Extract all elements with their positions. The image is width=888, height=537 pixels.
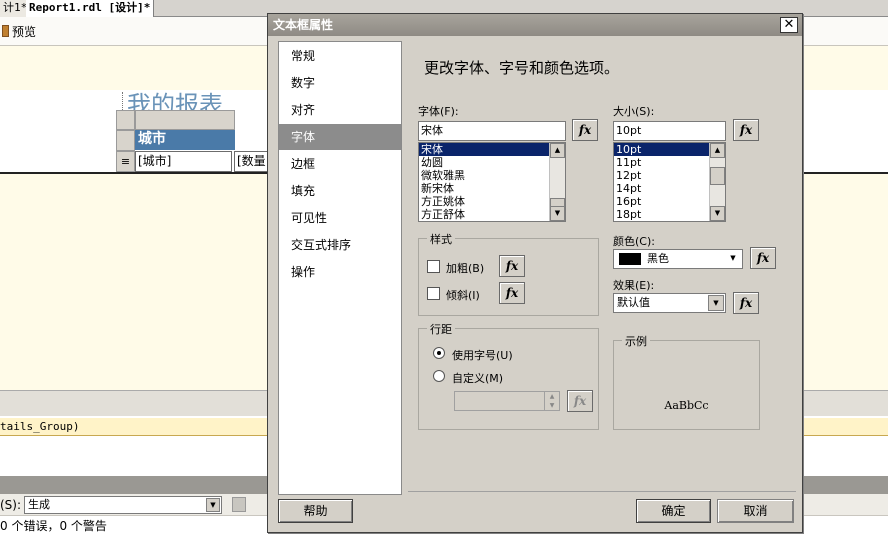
size-input[interactable]: 10pt (613, 121, 726, 141)
fx-icon: fx (739, 296, 753, 310)
sample-group-title: 示例 (622, 333, 650, 349)
dialog-title-bar[interactable]: 文本框属性 ✕ (268, 14, 802, 36)
textbox-properties-dialog: 文本框属性 ✕ 常规 数字 对齐 字体 边框 填充 可见性 交互式排序 操作 更… (267, 13, 803, 533)
preview-button[interactable]: 预览 (2, 24, 202, 40)
properties-nav: 常规 数字 对齐 字体 边框 填充 可见性 交互式排序 操作 (278, 41, 402, 495)
spin-icon[interactable]: ▲ ▼ (544, 392, 559, 410)
font-page: 更改字体、字号和颜色选项。 字体(F): 宋体 fx 宋体 幼圆 微软雅黑 新宋… (408, 41, 796, 492)
font-option[interactable]: 微软雅黑 (419, 169, 565, 182)
style-group: 样式 加粗(B) fx 倾斜(I) fx (418, 231, 599, 316)
bold-checkbox[interactable] (427, 260, 440, 273)
preview-icon (2, 25, 9, 37)
nav-item-number[interactable]: 数字 (279, 70, 401, 96)
custom-spacing-expression-button[interactable]: fx (567, 390, 593, 412)
font-expression-button[interactable]: fx (572, 119, 598, 141)
chevron-down-icon: ▼ (206, 498, 220, 512)
scroll-thumb[interactable] (710, 167, 725, 185)
fx-icon: fx (578, 123, 592, 137)
use-font-size-label[interactable]: 使用字号(U) (452, 347, 513, 363)
close-icon: ✕ (783, 17, 795, 32)
size-label: 大小(S): (613, 105, 655, 118)
use-font-size-radio[interactable] (433, 347, 445, 359)
cancel-button[interactable]: 取消 (717, 499, 794, 523)
fx-icon: fx (739, 123, 753, 137)
scroll-down-icon[interactable]: ▼ (710, 206, 725, 221)
color-expression-button[interactable]: fx (750, 247, 776, 269)
output-source-label: (S): (0, 498, 22, 512)
line-spacing-group: 行距 使用字号(U) 自定义(M) ▲ ▼ fx (418, 321, 599, 430)
page-heading: 更改字体、字号和颜色选项。 (424, 59, 620, 77)
table-data-cell-city[interactable]: [城市] (135, 151, 232, 172)
nav-item-fill[interactable]: 填充 (279, 178, 401, 204)
fx-icon: fx (756, 251, 770, 265)
column-handle[interactable] (135, 110, 235, 130)
color-label: 颜色(C): (613, 235, 655, 248)
output-message: 0 个错误，0 个警告 (0, 519, 107, 533)
output-source-select[interactable]: 生成 ▼ (24, 496, 222, 514)
custom-label[interactable]: 自定义(M) (452, 370, 503, 386)
nav-item-visibility[interactable]: 可见性 (279, 205, 401, 231)
font-option[interactable]: 方正舒体 (419, 208, 565, 221)
bold-expression-button[interactable]: fx (499, 255, 525, 277)
font-option[interactable]: 幼圆 (419, 156, 565, 169)
dialog-title: 文本框属性 (273, 18, 334, 32)
italic-label[interactable]: 倾斜(I) (446, 287, 480, 303)
group-details-label[interactable]: tails_Group) (0, 420, 79, 433)
size-list[interactable]: 10pt 11pt 12pt 14pt 16pt 18pt ▲ ▼ (613, 142, 726, 222)
effect-value: 默认值 (617, 296, 650, 309)
row-handle-details[interactable]: ≡ (116, 151, 135, 172)
color-value: 黑色 (647, 252, 669, 265)
chevron-down-icon: ▼ (725, 251, 741, 267)
table-header-cell-city[interactable]: 城市 (135, 130, 235, 150)
bold-label[interactable]: 加粗(B) (446, 260, 484, 276)
nav-item-general[interactable]: 常规 (279, 43, 401, 69)
italic-expression-button[interactable]: fx (499, 282, 525, 304)
effect-label: 效果(E): (613, 279, 655, 292)
size-expression-button[interactable]: fx (733, 119, 759, 141)
output-source-value: 生成 (28, 498, 50, 511)
output-find-icon[interactable] (232, 497, 246, 512)
size-list-scrollbar[interactable]: ▲ ▼ (709, 143, 725, 221)
nav-item-action[interactable]: 操作 (279, 259, 401, 285)
effect-select[interactable]: 默认值 ▼ (613, 293, 726, 313)
style-group-title: 样式 (427, 231, 455, 247)
close-button[interactable]: ✕ (780, 17, 798, 33)
fx-icon: fx (505, 259, 519, 273)
ok-button[interactable]: 确定 (636, 499, 711, 523)
nav-item-interactive-sort[interactable]: 交互式排序 (279, 232, 401, 258)
help-button[interactable]: 帮助 (278, 499, 353, 523)
scroll-up-icon[interactable]: ▲ (550, 143, 565, 158)
font-option[interactable]: 宋体 (419, 143, 565, 156)
nav-item-border[interactable]: 边框 (279, 151, 401, 177)
custom-spacing-input[interactable]: ▲ ▼ (454, 391, 560, 411)
fx-icon: fx (505, 286, 519, 300)
sample-text: AaBbCc (664, 399, 709, 412)
font-option[interactable]: 新宋体 (419, 182, 565, 195)
tab-report1-design[interactable]: Report1.rdl [设计]* (26, 0, 155, 17)
sample-group: 示例 AaBbCc (613, 333, 760, 430)
nav-item-alignment[interactable]: 对齐 (279, 97, 401, 123)
preview-label: 预览 (12, 25, 37, 39)
scroll-up-icon[interactable]: ▲ (710, 143, 725, 158)
line-spacing-group-title: 行距 (427, 321, 455, 337)
nav-item-font[interactable]: 字体 (279, 124, 401, 150)
font-label: 字体(F): (418, 105, 459, 118)
color-swatch (619, 253, 641, 265)
chevron-down-icon: ▼ (708, 295, 724, 311)
italic-checkbox[interactable] (427, 287, 440, 300)
effect-expression-button[interactable]: fx (733, 292, 759, 314)
color-select[interactable]: 黑色 ▼ (613, 249, 743, 269)
table-corner-handle[interactable] (116, 110, 135, 130)
font-list-scrollbar[interactable]: ▲ ▼ (549, 143, 565, 221)
font-input[interactable]: 宋体 (418, 121, 566, 141)
custom-radio[interactable] (433, 370, 445, 382)
font-option[interactable]: 方正姚体 (419, 195, 565, 208)
row-handle-header[interactable] (116, 130, 135, 151)
font-list[interactable]: 宋体 幼圆 微软雅黑 新宋体 方正姚体 方正舒体 ▲ ▼ (418, 142, 566, 222)
scroll-down-icon[interactable]: ▼ (550, 206, 565, 221)
fx-icon: fx (573, 394, 587, 408)
